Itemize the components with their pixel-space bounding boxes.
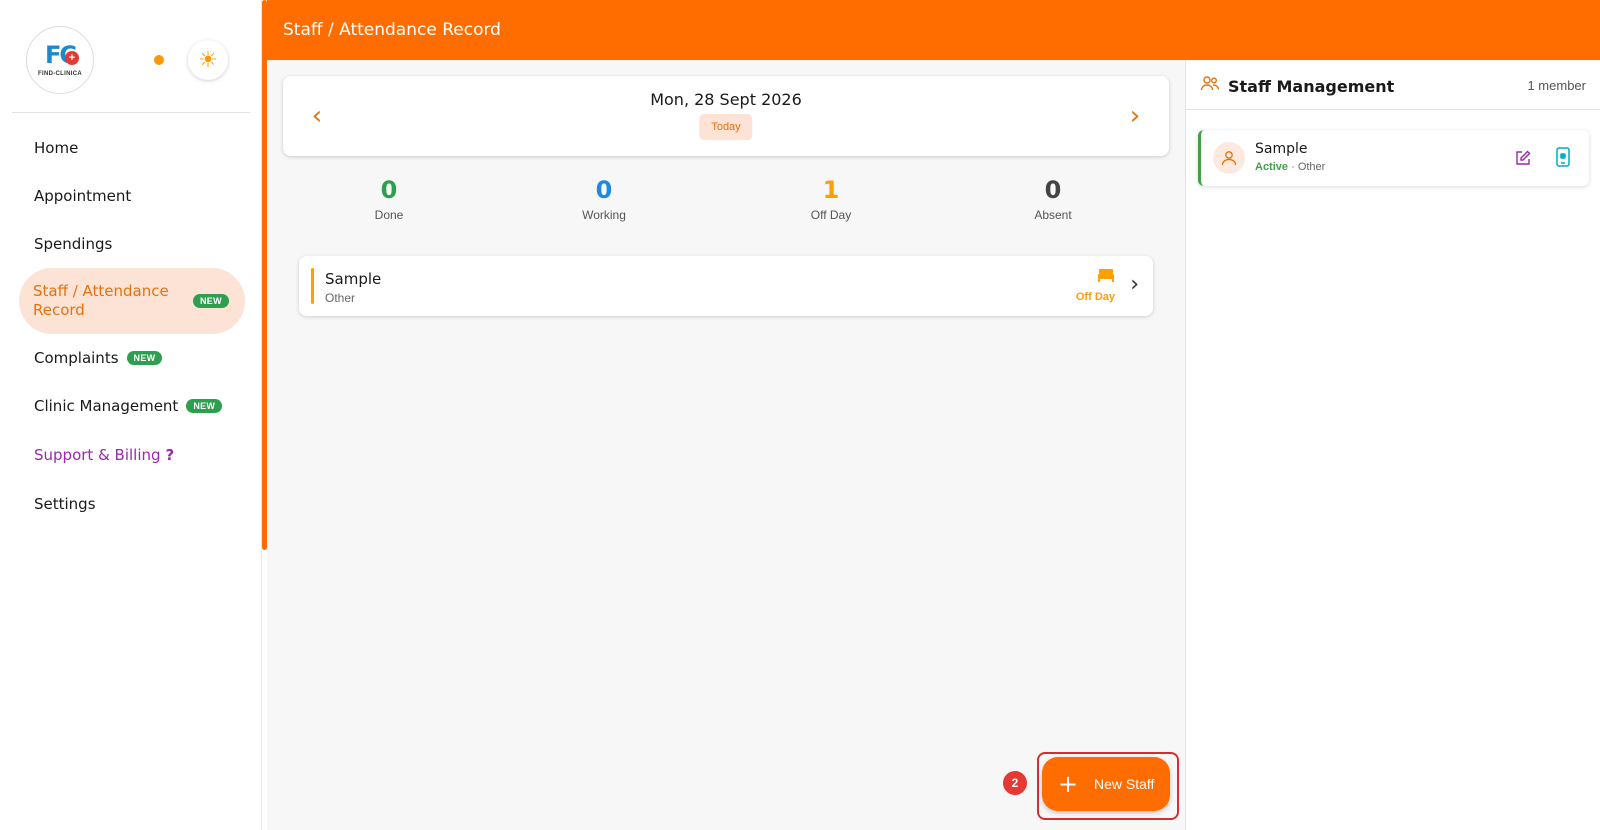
bed-icon — [1098, 269, 1114, 282]
stat-label: Off Day — [810, 208, 852, 222]
member-count: 1 member — [1527, 78, 1586, 93]
stat-off-day: 1 Off Day — [761, 176, 901, 222]
sidebar-item-appointment[interactable]: Appointment — [20, 172, 244, 220]
sidebar-item-label: Settings — [34, 495, 96, 513]
sidebar-item-complaints[interactable]: Complaints NEW — [20, 334, 244, 382]
sidebar-item-label: Spendings — [34, 235, 113, 253]
chevron-right-icon: › — [1130, 272, 1139, 297]
sidebar-item-staff-attendance[interactable]: Staff / Attendance Record NEW — [19, 268, 245, 334]
new-badge: NEW — [186, 399, 223, 413]
new-staff-label: New Staff — [1094, 776, 1155, 792]
status-label: Off Day — [1075, 291, 1115, 303]
sun-icon: ☀ — [198, 47, 218, 72]
sidebar-item-label: Home — [34, 139, 79, 157]
stat-label: Done — [374, 208, 404, 222]
member-status: Active — [1255, 161, 1289, 173]
new-badge: NEW — [193, 294, 229, 308]
sidebar-divider — [12, 112, 250, 113]
member-card[interactable]: Sample Active · Other — [1198, 130, 1589, 186]
member-role: · Other — [1291, 161, 1326, 173]
edit-icon[interactable] — [1513, 148, 1533, 168]
stat-value: 0 — [595, 176, 613, 204]
stat-label: Absent — [1034, 208, 1072, 222]
page-title: Staff / Attendance Record — [283, 20, 501, 40]
avatar — [1213, 142, 1245, 174]
stat-absent: 0 Absent — [983, 176, 1123, 222]
app-root: FC + FIND-CLINICA ☀ Home Appointment Spe… — [0, 0, 1600, 830]
today-button[interactable]: Today — [699, 114, 753, 140]
sidebar-item-label: Support & Billing — [34, 446, 161, 464]
sidebar-item-label: Appointment — [34, 187, 132, 205]
plus-icon: + — [1057, 770, 1079, 798]
medical-cross-icon: + — [65, 51, 79, 65]
top-bar: Staff / Attendance Record — [267, 0, 1600, 60]
sidebar-item-home[interactable]: Home — [20, 124, 244, 172]
attendance-row[interactable]: Sample Other Off Day › — [299, 256, 1153, 316]
attendance-status: Off Day — [1055, 268, 1115, 303]
sidebar-nav: Home Appointment Spendings Staff / Atten… — [19, 124, 245, 528]
status-indicator-bar — [311, 268, 314, 304]
panel-title: Staff Management — [1228, 77, 1395, 96]
staff-name: Sample — [325, 270, 382, 288]
attendance-stats: 0 Done 0 Working 1 Off Day 0 Absent — [283, 176, 1169, 236]
chevron-right-icon: › — [1129, 101, 1141, 131]
stat-done: 0 Done — [319, 176, 459, 222]
sidebar-item-clinic-management[interactable]: Clinic Management NEW — [20, 382, 244, 430]
theme-toggle-button[interactable]: ☀ — [188, 40, 228, 80]
staff-management-panel: Staff Management 1 member Sample Active … — [1185, 60, 1600, 830]
stat-value: 0 — [1044, 176, 1062, 204]
panel-header: Staff Management 1 member — [1186, 60, 1600, 110]
main-content: ‹ Mon, 28 Sept 2026 Today › 0 Done 0 Wor… — [267, 60, 1185, 830]
stat-working: 0 Working — [534, 176, 674, 222]
next-day-button[interactable]: › — [1121, 102, 1149, 130]
stat-label: Working — [582, 208, 626, 222]
new-badge: NEW — [126, 351, 163, 365]
member-meta: Active · Other — [1255, 161, 1325, 173]
sidebar: FC + FIND-CLINICA ☀ Home Appointment Spe… — [0, 0, 262, 830]
member-name: Sample — [1255, 141, 1308, 157]
sidebar-item-spendings[interactable]: Spendings — [20, 220, 244, 268]
mobile-phone-icon[interactable] — [1553, 146, 1573, 168]
logo-caption: FIND-CLINICA — [38, 71, 82, 77]
person-icon — [1221, 151, 1237, 166]
step-marker: 2 — [1003, 771, 1027, 795]
sidebar-item-label: Complaints — [34, 349, 119, 367]
help-icon: ? — [165, 446, 175, 464]
sidebar-item-support-billing[interactable]: Support & Billing ? — [20, 430, 244, 480]
date-navigator: ‹ Mon, 28 Sept 2026 Today › — [283, 76, 1169, 156]
sidebar-item-label: Clinic Management — [34, 397, 179, 415]
stat-value: 1 — [822, 176, 840, 204]
users-icon — [1200, 76, 1220, 91]
new-staff-button[interactable]: + New Staff — [1042, 757, 1170, 811]
status-dot — [154, 55, 164, 65]
sidebar-item-label: Staff / Attendance Record — [33, 282, 169, 319]
staff-role: Other — [325, 291, 356, 305]
brand-logo[interactable]: FC + FIND-CLINICA — [26, 26, 94, 94]
current-date: Mon, 28 Sept 2026 — [650, 90, 802, 109]
stat-value: 0 — [380, 176, 398, 204]
sidebar-item-settings[interactable]: Settings — [20, 480, 244, 528]
